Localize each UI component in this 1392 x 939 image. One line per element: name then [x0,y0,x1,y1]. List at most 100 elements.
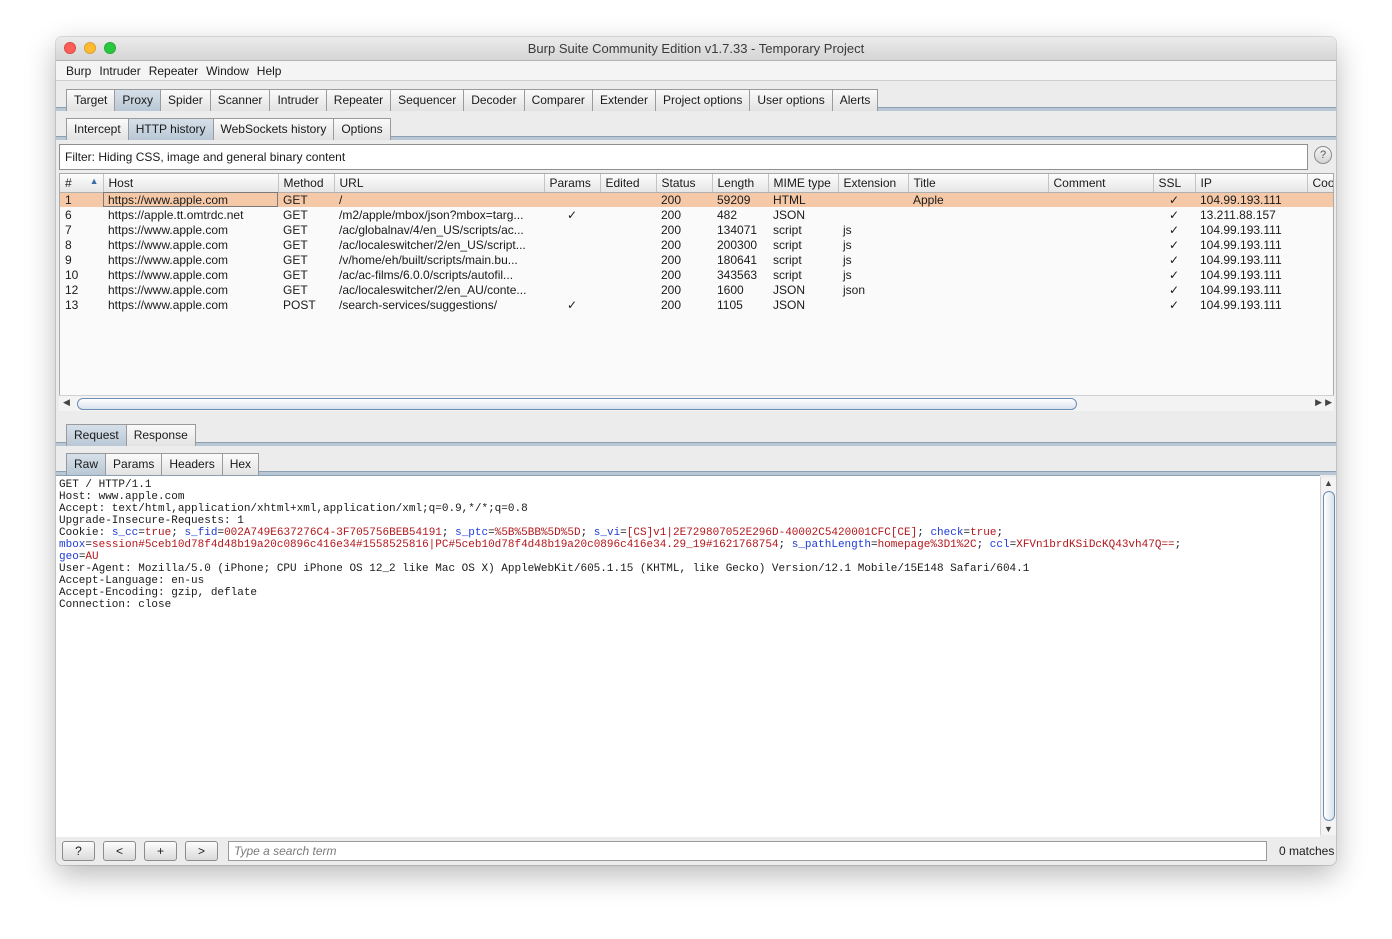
cookie-value: true [970,527,997,539]
editor-vertical-scrollbar[interactable]: ▲ ▼ [1320,477,1336,835]
column-header-ip[interactable]: IP [1195,174,1308,193]
request-line: Connection: close [59,599,172,611]
proxy-tab-websockets-history[interactable]: WebSockets history [212,118,335,140]
view-tab-hex[interactable]: Hex [221,453,260,475]
table-row[interactable]: 10 https://www.apple.com GET/ac/ac-films/6… [60,267,1333,282]
tab-proxy[interactable]: Proxy [114,89,162,111]
column-header-edited[interactable]: Edited [600,174,657,193]
cell-coo [1307,297,1333,312]
tab-user-options[interactable]: User options [749,89,833,111]
tab-target[interactable]: Target [66,89,116,111]
cell-coo [1307,267,1333,282]
table-row[interactable]: 12 https://www.apple.com GET/ac/localeswit… [60,282,1333,297]
menu-window[interactable]: Window [206,64,249,78]
search-help-button[interactable]: ? [62,841,95,861]
message-tab-response[interactable]: Response [125,424,196,446]
column-header-col[interactable]: # ▲ [60,174,104,193]
proxy-tab-bar: Intercept HTTP history WebSockets history O… [56,111,1336,140]
column-header-comment[interactable]: Comment [1048,174,1154,193]
message-tab-request[interactable]: Request [66,424,127,446]
view-tab-params[interactable]: Params [105,453,163,475]
window-controls [64,42,116,54]
column-header-extension[interactable]: Extension [838,174,909,193]
table-row[interactable]: 8 https://www.apple.com GET/ac/localeswitc… [60,237,1333,252]
proxy-tab-intercept[interactable]: Intercept [66,118,129,140]
cell-mime: JSON [773,282,806,297]
cookie-value: session#5ceb10d78f4d48b19a20c0896c416e34… [92,539,779,551]
zoom-window-button[interactable] [104,42,116,54]
menu-burp[interactable]: Burp [66,64,91,78]
menu-repeater[interactable]: Repeater [149,64,198,78]
close-window-button[interactable] [64,42,76,54]
tab-extender[interactable]: Extender [591,89,656,111]
tab-sequencer[interactable]: Sequencer [390,89,465,111]
tab-project-options[interactable]: Project options [654,89,751,111]
request-editor[interactable]: GET / HTTP/1.1 Host: www.apple.com Accept:… [56,475,1320,837]
burp-window: Burp Suite Community Edition v1.7.33 - T… [56,37,1336,865]
scroll-left-arrow-icon[interactable]: ◀ [63,397,70,408]
previous-match-button[interactable]: < [103,841,136,861]
table-scroll-thumb[interactable] [77,398,1077,410]
tab-alerts[interactable]: Alerts [831,89,879,111]
search-input[interactable]: Type a search term [228,841,1267,861]
table-horizontal-scrollbar[interactable]: ◀ ▶ ▶ [59,395,1334,411]
column-header-ssl[interactable]: SSL [1153,174,1196,193]
cell-coo [1307,207,1333,222]
scroll-right-arrow-icon-2[interactable]: ▶ [1325,397,1332,408]
table-row[interactable]: 9 https://www.apple.com GET/v/home/eh/buil… [60,252,1333,267]
table-row[interactable]: 6 https://apple.tt.omtrdc.net GET/m2/apple… [60,207,1333,222]
cell-ssl: ✓ [1168,282,1180,297]
column-label: URL [339,175,364,190]
cell-host: https://www.apple.com [108,267,229,282]
minimize-window-button[interactable] [84,42,96,54]
scroll-right-arrow-icon[interactable]: ▶ [1315,397,1322,408]
tab-comparer[interactable]: Comparer [523,89,593,111]
cell-mime: script [773,267,802,282]
column-header-method[interactable]: Method [278,174,335,193]
cell-mime: HTML [768,192,838,207]
column-header-coo[interactable]: Coo [1307,174,1333,193]
view-tab-raw[interactable]: Raw [66,453,107,475]
tab-intruder[interactable]: Intruder [269,89,327,111]
cell-ext: js [843,222,852,237]
next-match-button[interactable]: > [185,841,218,861]
column-header-url[interactable]: URL [334,174,545,193]
cookie-value: [CS]v1|2E729807052E296D-40002C5420001CFC… [626,527,918,539]
menu-intruder[interactable]: Intruder [99,64,140,78]
column-header-status[interactable]: Status [656,174,713,193]
cell-method: GET [283,267,308,282]
cell-edited [600,207,656,222]
column-header-length[interactable]: Length [712,174,769,193]
cell-coo [1307,282,1333,297]
column-header-mime-type[interactable]: MIME type [768,174,839,193]
proxy-tab-http-history[interactable]: HTTP history [127,118,214,140]
request-line: Upgrade-Insecure-Requests: 1 [59,515,244,527]
tab-decoder[interactable]: Decoder [463,89,525,111]
cell-method: GET [283,252,308,267]
filter-bar[interactable]: Filter: Hiding CSS, image and general bi… [59,144,1308,170]
column-header-params[interactable]: Params [544,174,601,193]
tab-repeater[interactable]: Repeater [325,89,392,111]
table-row[interactable]: 1 https://www.apple.com GET/ 200 59209 HTML Ap… [60,192,1333,207]
proxy-tab-options[interactable]: Options [333,118,391,140]
cell-title [908,252,1048,267]
cell-edited [600,267,656,282]
tab-spider[interactable]: Spider [160,89,211,111]
cell-mime: JSON [773,297,806,312]
table-row[interactable]: 13 https://www.apple.com POST/search-servi… [60,297,1333,312]
table-row[interactable]: 7 https://www.apple.com GET/ac/globalnav/4… [60,222,1333,237]
cell-ip: 104.99.193.111 [1200,297,1282,312]
column-header-host[interactable]: Host [103,174,279,193]
editor-scroll-thumb[interactable] [1323,491,1335,821]
message-tab-bar: Request Response [56,417,1336,446]
view-tab-headers[interactable]: Headers [161,453,223,475]
add-button[interactable]: + [144,841,177,861]
tab-scanner[interactable]: Scanner [209,89,271,111]
menu-help[interactable]: Help [257,64,282,78]
filter-help-button[interactable]: ? [1314,146,1332,164]
cell-host: https://www.apple.com [108,282,229,297]
column-header-title[interactable]: Title [908,174,1049,193]
scroll-down-arrow-icon[interactable]: ▼ [1324,824,1333,834]
scroll-up-arrow-icon[interactable]: ▲ [1324,478,1333,488]
cell-comment [1048,237,1153,252]
